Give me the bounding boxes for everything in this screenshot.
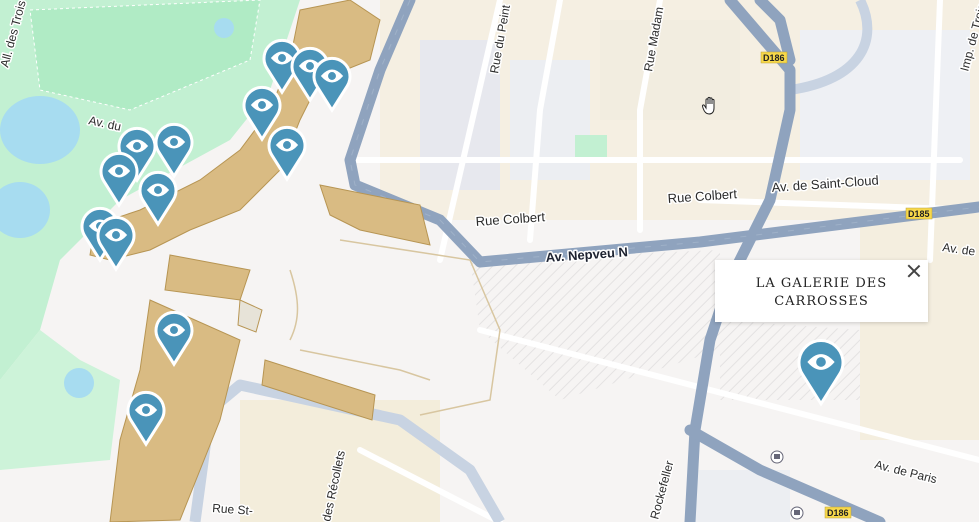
hand-cursor-icon [702,96,715,115]
pond [0,96,80,164]
road-shield: D186 [760,51,788,64]
popup-title: La Galerie des Carrosses [755,276,888,309]
street-label: Rockefeller [647,459,676,521]
road-shield: D186 [824,506,852,519]
close-icon[interactable] [906,263,922,279]
green-square [575,135,607,159]
svg-text:D186: D186 [763,53,785,63]
svg-text:D186: D186 [827,508,849,518]
svg-text:D185: D185 [908,209,930,219]
bus-stop-icon [770,450,784,464]
fountain-2 [64,368,94,398]
street-label: Av. de Paris [873,457,938,486]
street-label: Rue St- [212,501,254,518]
eye-marker-icon[interactable] [96,215,136,273]
info-popup: La Galerie des Carrosses [715,260,928,322]
eye-marker-icon[interactable] [312,56,352,114]
fountain [214,18,234,38]
map-view[interactable]: Rue Colbert Rue Colbert Av. de Saint-Clo… [0,0,979,522]
road-shield: D185 [905,207,933,220]
bus-stop-icon [790,506,804,520]
plaza-hatched [470,250,720,400]
